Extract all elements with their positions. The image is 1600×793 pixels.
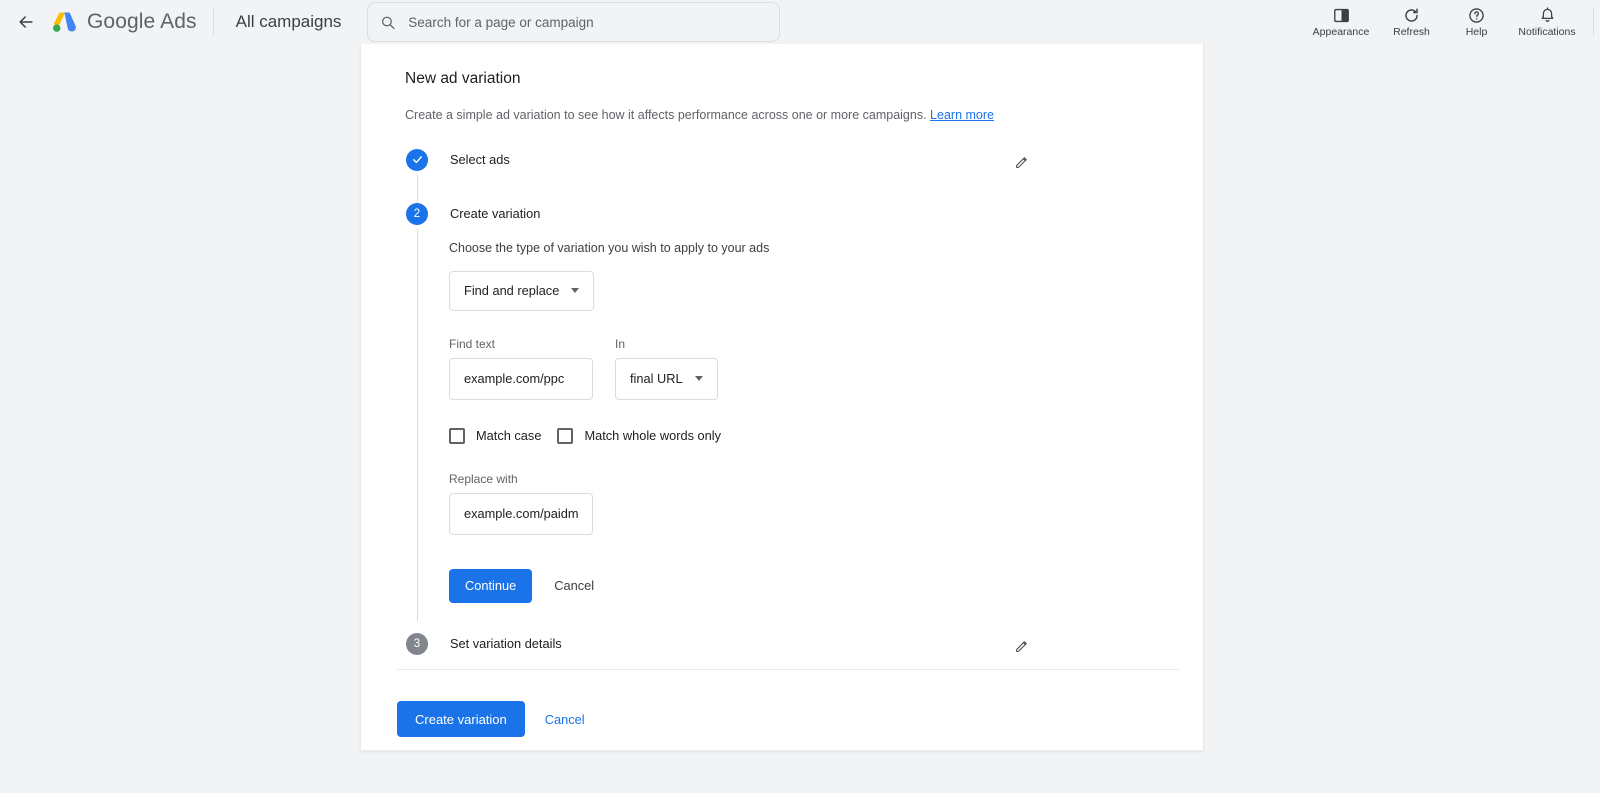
help-icon: [1469, 8, 1484, 23]
replace-with-input[interactable]: [449, 492, 593, 535]
find-text-input[interactable]: [449, 357, 593, 400]
appearance-icon: [1333, 9, 1349, 23]
footer-actions: Create variation Cancel: [397, 670, 1179, 750]
find-text-group: Find text: [449, 337, 593, 400]
in-field-group: In final URL: [615, 337, 718, 400]
checkbox-box: [557, 427, 574, 444]
description-text: Create a simple ad variation to see how …: [405, 108, 927, 122]
arrow-left-icon: [19, 16, 33, 28]
variation-type-value: Find and replace: [464, 283, 560, 299]
step-1-title: Select ads: [450, 151, 510, 167]
step-3-title: Set variation details: [450, 635, 562, 651]
footer-cancel-button[interactable]: Cancel: [535, 702, 595, 736]
find-text-label: Find text: [449, 336, 496, 351]
create-variation-button[interactable]: Create variation: [397, 701, 525, 737]
account-name[interactable]: All campaigns: [214, 12, 364, 32]
page-description: Create a simple ad variation to see how …: [405, 106, 1179, 125]
replace-with-group: Replace with: [449, 472, 1179, 535]
refresh-icon: [1405, 8, 1418, 22]
checkbox-box: [449, 427, 465, 444]
notifications-button[interactable]: Notifications: [1509, 0, 1585, 44]
chevron-down-icon: [694, 376, 703, 382]
find-in-row: Find text In final URL: [449, 337, 1179, 400]
step-3-edit-button[interactable]: [1009, 633, 1035, 659]
step-2-badge: 2: [406, 202, 428, 225]
step-connector-2: [417, 228, 418, 621]
new-ad-variation-card: New ad variation Create a simple ad vari…: [360, 44, 1204, 751]
edit-pencil-icon: [1016, 156, 1027, 168]
step-create-variation[interactable]: 2 Create variation: [405, 202, 1179, 621]
brand-google-text: Google: [87, 10, 156, 33]
step-select-ads[interactable]: Select ads: [405, 148, 1179, 215]
card-footer: Create variation Cancel: [361, 669, 1203, 750]
refresh-button[interactable]: Refresh: [1379, 0, 1444, 44]
step-3-badge: 3: [406, 632, 428, 655]
match-whole-words-label: Match whole words only: [584, 428, 721, 444]
topbar-divider: [1593, 8, 1594, 36]
notifications-label: Notifications: [1518, 26, 1576, 39]
search-input[interactable]: [406, 13, 768, 31]
in-field-dropdown[interactable]: final URL: [615, 357, 718, 400]
in-field-value: final URL: [630, 371, 683, 387]
create-variation-form: Choose the type of variation you wish to…: [449, 225, 1179, 611]
chevron-down-icon: [571, 288, 580, 294]
brand-wordmark: Google Ads: [87, 10, 197, 34]
variation-type-dropdown[interactable]: Find and replace: [449, 270, 595, 311]
step-1-edit-button[interactable]: [1009, 149, 1035, 175]
match-case-checkbox[interactable]: Match case: [449, 427, 542, 444]
step-1-badge: [406, 148, 428, 171]
help-label: Help: [1465, 26, 1488, 39]
page-title: New ad variation: [405, 70, 521, 87]
appearance-label: Appearance: [1312, 26, 1370, 39]
variation-action-row: Continue Cancel: [449, 568, 1179, 603]
appearance-button[interactable]: Appearance: [1303, 0, 1379, 44]
back-button[interactable]: [6, 2, 46, 42]
help-button[interactable]: Help: [1444, 0, 1509, 44]
match-whole-words-checkbox[interactable]: Match whole words only: [557, 427, 721, 444]
learn-more-link[interactable]: Learn more: [930, 108, 994, 122]
match-options-row: Match case Match whole words only: [449, 427, 1179, 444]
match-case-label: Match case: [476, 428, 542, 444]
search-box[interactable]: [367, 2, 781, 42]
bell-icon: [1541, 7, 1553, 23]
step-set-variation-details[interactable]: 3 Set variation details: [405, 632, 1179, 655]
variation-cancel-button[interactable]: Cancel: [544, 569, 604, 603]
replace-with-label: Replace with: [449, 471, 518, 486]
continue-button[interactable]: Continue: [449, 568, 533, 603]
brand-ads-text: Ads: [160, 10, 197, 33]
edit-pencil-icon: [1016, 640, 1027, 652]
topbar-actions: Appearance Refresh Help Notifications: [1303, 0, 1600, 44]
step-2-title: Create variation: [450, 205, 541, 221]
top-app-bar: Google Ads All campaigns Appearance Refr…: [0, 0, 1600, 44]
in-field-label: In: [615, 336, 626, 351]
ads-logo-icon: [53, 12, 76, 32]
check-icon: [412, 156, 422, 164]
refresh-label: Refresh: [1393, 26, 1430, 39]
google-ads-logo[interactable]: Google Ads: [50, 8, 213, 36]
search-icon: [382, 16, 395, 29]
variation-helper-text: Choose the type of variation you wish to…: [449, 240, 770, 255]
